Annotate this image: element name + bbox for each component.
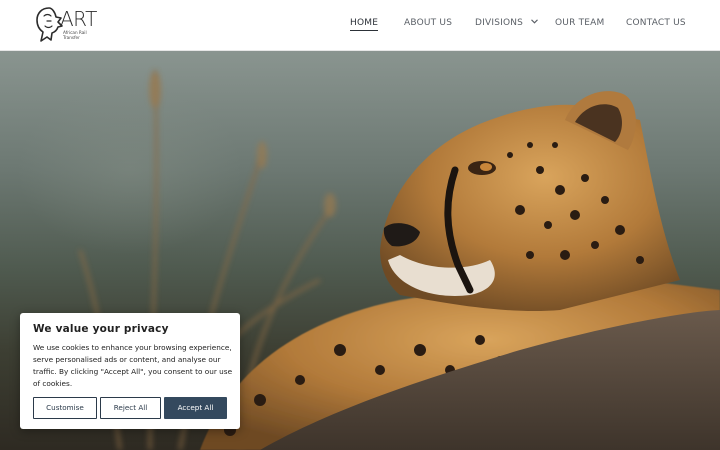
accept-all-button[interactable]: Accept All (164, 397, 227, 419)
site-header: ART African Rail Transfer HOME ABOUT US … (0, 0, 720, 51)
reject-all-button[interactable]: Reject All (100, 397, 161, 419)
cookie-body: We use cookies to enhance your browsing … (33, 343, 233, 388)
nav-home[interactable]: HOME (350, 18, 379, 31)
nav-our-team[interactable]: OUR TEAM (555, 18, 605, 28)
nav-contact-us-label: CONTACT US (626, 18, 686, 28)
cookie-title: We value your privacy (33, 323, 169, 335)
nav-our-team-label: OUR TEAM (555, 18, 605, 28)
logo-tagline: African Rail Transfer (63, 30, 87, 40)
logo-wordmark: ART (60, 7, 97, 31)
nav-divisions-label: DIVISIONS (475, 18, 524, 28)
customise-button[interactable]: Customise (33, 397, 97, 419)
cookie-consent-dialog: We value your privacy We use cookies to … (20, 313, 240, 429)
nav-about-us-label: ABOUT US (404, 18, 453, 28)
chevron-down-icon (531, 19, 539, 24)
nav-divisions[interactable]: DIVISIONS (475, 18, 539, 28)
nav-about-us[interactable]: ABOUT US (404, 18, 452, 28)
site-logo[interactable]: ART African Rail Transfer (35, 6, 97, 44)
nav-home-label: HOME (350, 18, 379, 31)
nav-contact-us[interactable]: CONTACT US (626, 18, 686, 28)
